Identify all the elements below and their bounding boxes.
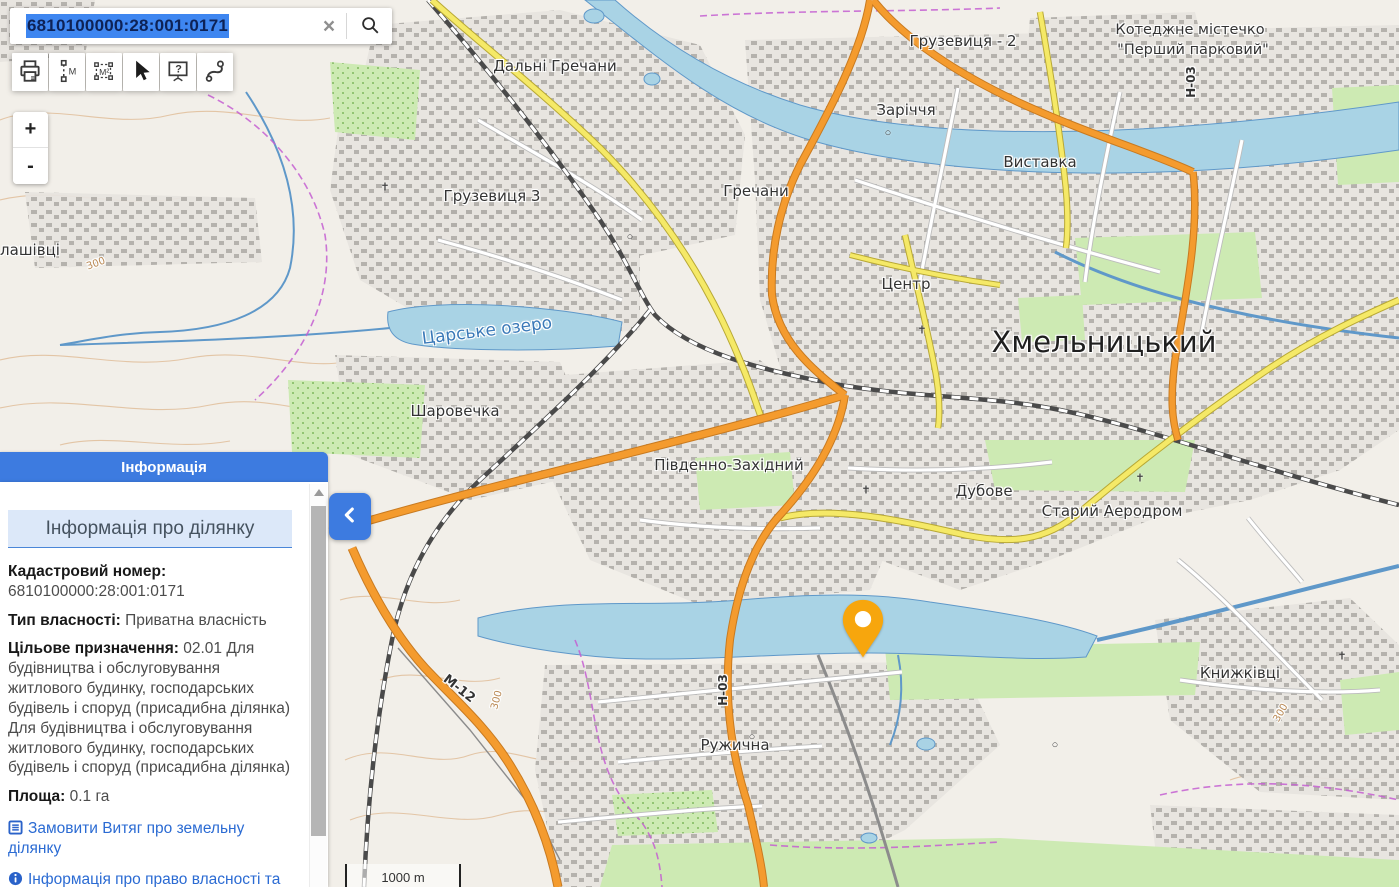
info-panel-header: Інформація	[0, 452, 328, 482]
field-label: Цільове призначення:	[8, 640, 179, 657]
search-icon	[359, 14, 381, 39]
map-pin-icon	[840, 598, 886, 659]
monitor-question-icon: ?	[165, 58, 191, 87]
route-button[interactable]	[197, 53, 233, 91]
print-button[interactable]	[12, 53, 48, 91]
parcel-links: Замовити Витяг про земельну ділянку Інфор…	[8, 819, 292, 887]
document-list-icon	[8, 820, 23, 835]
link-text: Замовити Витяг про земельну ділянку	[8, 820, 244, 857]
identify-button[interactable]: ?	[160, 53, 196, 91]
info-panel: Інформація Інформація про ділянку Кадаст…	[0, 452, 328, 887]
field-label: Тип власності:	[8, 612, 121, 629]
cadastral-map-application: Дальні ГречаниГрузевиця - 2Котеджне міст…	[0, 0, 1399, 887]
panel-scrollbar[interactable]	[309, 484, 327, 887]
link-text: Інформація про право власності та речові…	[8, 871, 280, 887]
parcel-field: Площа: 0.1 га	[8, 787, 292, 807]
parcel-field: Кадастровий номер: 6810100000:28:001:0171	[8, 562, 292, 602]
clear-search-button[interactable]: ×	[312, 9, 346, 43]
zoom-in-button[interactable]: +	[13, 112, 48, 148]
measure-area-icon: M²	[91, 58, 117, 87]
scale-bar-label: 1000 m	[381, 870, 424, 885]
svg-text:?: ?	[175, 63, 182, 75]
parcel-fields: Кадастровий номер: 6810100000:28:001:0171…	[8, 562, 292, 807]
measure-distance-icon: M	[54, 58, 80, 87]
field-value: 02.01 Для будівництва і обслуговування ж…	[8, 640, 290, 776]
route-icon	[202, 58, 228, 87]
parcel-action-link[interactable]: Замовити Витяг про земельну ділянку	[8, 819, 292, 858]
parcel-section-title: Інформація про ділянку	[8, 510, 292, 548]
info-circle-icon	[8, 871, 23, 886]
measure-distance-button[interactable]: M	[49, 53, 85, 91]
scrollbar-thumb[interactable]	[311, 506, 326, 836]
scroll-up-arrow-icon[interactable]	[314, 489, 324, 496]
location-marker-pin[interactable]	[840, 598, 886, 658]
search-button[interactable]	[346, 13, 392, 39]
search-bar: 6810100000:28:001:0171 ×	[10, 8, 392, 44]
svg-text:M²: M²	[99, 66, 109, 76]
info-panel-body: Інформація про ділянку Кадастровий номер…	[0, 482, 328, 887]
chevron-left-icon	[339, 504, 361, 529]
scale-bar: 1000 m	[345, 864, 461, 887]
map-toolbar: M M²?	[12, 53, 233, 91]
field-value: 0.1 га	[65, 788, 109, 805]
svg-text:M: M	[69, 66, 77, 76]
search-input-value: 6810100000:28:001:0171	[26, 14, 229, 38]
parcel-field: Цільове призначення: 02.01 Для будівницт…	[8, 639, 292, 778]
field-label: Площа:	[8, 788, 65, 805]
printer-icon	[17, 58, 43, 87]
parcel-field: Тип власності: Приватна власність	[8, 611, 292, 631]
measure-area-button[interactable]: M²	[86, 53, 122, 91]
zoom-out-button[interactable]: -	[13, 148, 48, 184]
field-label: Кадастровий номер:	[8, 563, 166, 580]
field-value: 6810100000:28:001:0171	[8, 582, 292, 602]
parcel-action-link[interactable]: Інформація про право власності та речові…	[8, 870, 292, 887]
search-input[interactable]: 6810100000:28:001:0171	[10, 8, 312, 44]
collapse-panel-button[interactable]	[329, 493, 371, 540]
cursor-icon	[128, 58, 154, 87]
field-value: Приватна власність	[121, 612, 267, 629]
pointer-button[interactable]	[123, 53, 159, 91]
zoom-controls: + -	[13, 112, 48, 184]
